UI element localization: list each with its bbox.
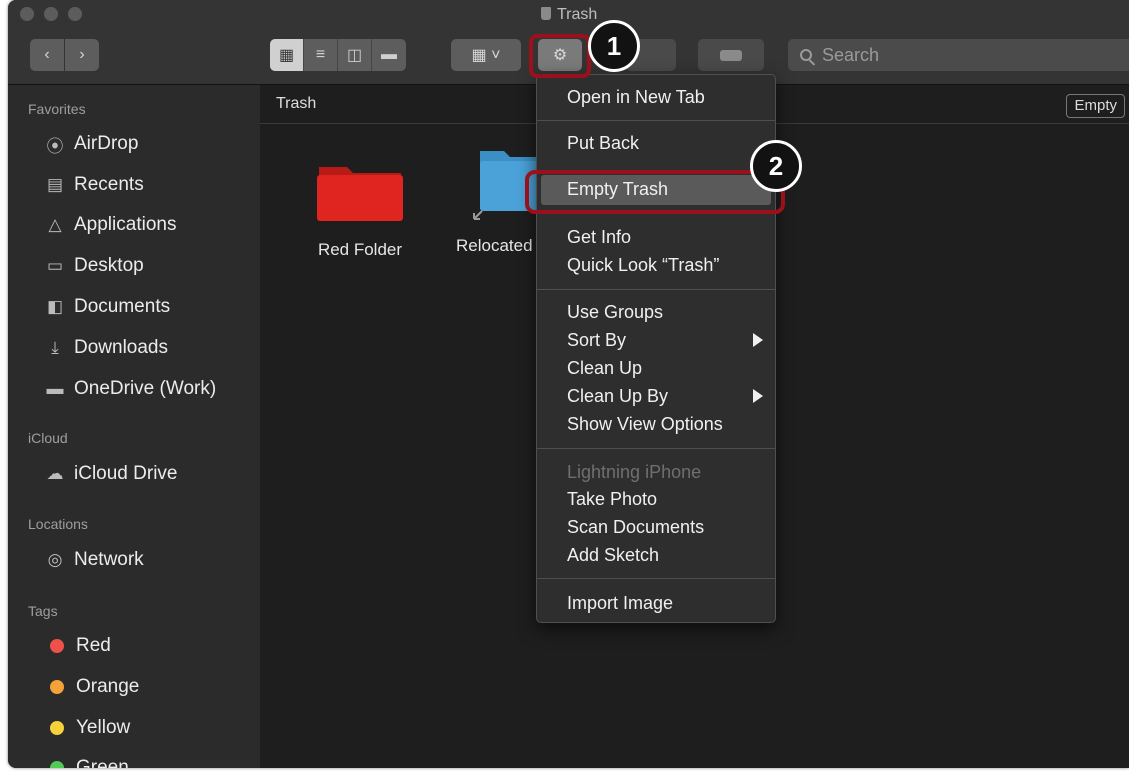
green-tag-dot	[50, 761, 64, 768]
airdrop-icon: ⦿	[46, 136, 64, 156]
sidebar-item-airdrop[interactable]: ⦿ AirDrop	[44, 133, 139, 156]
minimize-window-button[interactable]	[44, 7, 58, 21]
list-icon: ≡	[315, 46, 326, 63]
step2-badge: 2	[750, 140, 802, 192]
menu-item-get-info[interactable]: Get Info	[567, 227, 631, 248]
tags-button[interactable]	[698, 39, 764, 71]
menu-separator	[537, 289, 775, 290]
sidebar-heading-favorites: Favorites	[28, 101, 86, 117]
submenu-arrow-icon	[753, 333, 763, 347]
empty-button[interactable]: Empty	[1066, 94, 1125, 118]
sidebar-item-network[interactable]: ◎ Network	[44, 549, 144, 571]
action-menu: Open in New Tab Put Back Empty Trash Get…	[536, 74, 776, 623]
menu-item-use-groups[interactable]: Use Groups	[567, 302, 663, 323]
menu-item-sort-by[interactable]: Sort By	[567, 330, 767, 351]
step1-highlight-ring	[529, 34, 591, 78]
close-window-button[interactable]	[20, 7, 34, 21]
submenu-arrow-icon	[753, 389, 763, 403]
menu-item-put-back[interactable]: Put Back	[567, 133, 639, 154]
desktop-icon: ▭	[46, 256, 64, 275]
globe-icon: ◎	[47, 550, 63, 569]
chevron-right-icon: ›	[79, 46, 85, 63]
sidebar-item-desktop[interactable]: ▭ Desktop	[44, 255, 144, 277]
sidebar-tag-green[interactable]: Green	[44, 757, 129, 768]
folder-title: Trash	[276, 95, 317, 112]
menu-item-clean-up[interactable]: Clean Up	[567, 358, 642, 379]
icon-view-button[interactable]: ▦	[270, 39, 304, 71]
step1-badge: 1	[588, 20, 640, 72]
sidebar-item-recents[interactable]: ▤ Recents	[44, 174, 144, 196]
yellow-tag-dot	[50, 721, 64, 735]
menu-separator	[537, 120, 775, 121]
recents-icon: ▤	[46, 175, 64, 194]
sidebar-tag-orange[interactable]: Orange	[44, 676, 139, 698]
trash-icon	[541, 7, 551, 20]
sidebar-item-documents[interactable]: ◧ Documents	[44, 296, 170, 318]
menu-item-clean-up-by[interactable]: Clean Up By	[567, 386, 767, 407]
red-folder-icon	[317, 167, 403, 221]
forward-button[interactable]: ›	[65, 39, 99, 71]
group-icon: ▦ ˅	[471, 47, 501, 64]
orange-tag-dot	[50, 680, 64, 694]
sidebar-item-onedrive[interactable]: ▬ OneDrive (Work)	[44, 378, 217, 400]
window-title: Trash	[541, 6, 597, 24]
file-item-red-folder[interactable]: Red Folder	[300, 157, 420, 260]
downloads-icon: ⤓	[51, 338, 59, 357]
sidebar-tag-red[interactable]: Red	[44, 635, 111, 657]
menu-item-show-view-options[interactable]: Show View Options	[567, 414, 723, 435]
menu-item-quick-look[interactable]: Quick Look “Trash”	[567, 255, 719, 276]
sidebar-item-applications[interactable]: △ Applications	[44, 214, 176, 236]
back-button[interactable]: ‹	[30, 39, 64, 71]
tag-icon	[720, 49, 742, 61]
sidebar-item-downloads[interactable]: ⤓ Downloads	[44, 337, 168, 359]
chevron-left-icon: ‹	[44, 46, 50, 63]
menu-item-add-sketch[interactable]: Add Sketch	[567, 545, 659, 566]
column-view-button[interactable]: ◫	[338, 39, 372, 71]
gallery-view-button[interactable]: ▬	[372, 39, 406, 71]
sidebar-heading-icloud: iCloud	[28, 430, 68, 446]
zoom-window-button[interactable]	[68, 7, 82, 21]
gallery-icon: ▬	[381, 46, 397, 63]
sidebar: Favorites ⦿ AirDrop ▤ Recents △ Application…	[8, 85, 260, 768]
step2-highlight-ring	[525, 170, 785, 214]
menu-item-take-photo[interactable]: Take Photo	[567, 489, 657, 510]
folder-icon: ▬	[46, 379, 64, 398]
search-icon	[800, 49, 812, 61]
menu-item-scan-documents[interactable]: Scan Documents	[567, 517, 704, 538]
group-button[interactable]: ▦ ˅	[451, 39, 521, 71]
menu-heading-lightning-iphone: Lightning iPhone	[567, 462, 702, 482]
sidebar-heading-tags: Tags	[28, 603, 58, 619]
documents-icon: ◧	[46, 297, 64, 316]
cloud-icon: ☁	[46, 464, 64, 483]
list-view-button[interactable]: ≡	[304, 39, 338, 71]
grid-icon: ▦	[278, 47, 295, 64]
columns-icon: ◫	[346, 47, 363, 64]
menu-item-open-in-new-tab[interactable]: Open in New Tab	[567, 87, 705, 108]
search-field[interactable]: Search	[788, 39, 1129, 71]
file-name: Red Folder	[317, 240, 403, 259]
sidebar-tag-yellow[interactable]: Yellow	[44, 717, 130, 739]
menu-item-import-image[interactable]: Import Image	[567, 593, 673, 614]
view-mode-control: ▦ ≡ ◫ ▬	[270, 39, 406, 71]
sidebar-item-icloud-drive[interactable]: ☁ iCloud Drive	[44, 463, 178, 485]
red-tag-dot	[50, 639, 64, 653]
menu-separator	[537, 448, 775, 449]
menu-separator	[537, 578, 775, 579]
applications-icon: △	[48, 215, 62, 234]
sidebar-heading-locations: Locations	[28, 516, 88, 532]
